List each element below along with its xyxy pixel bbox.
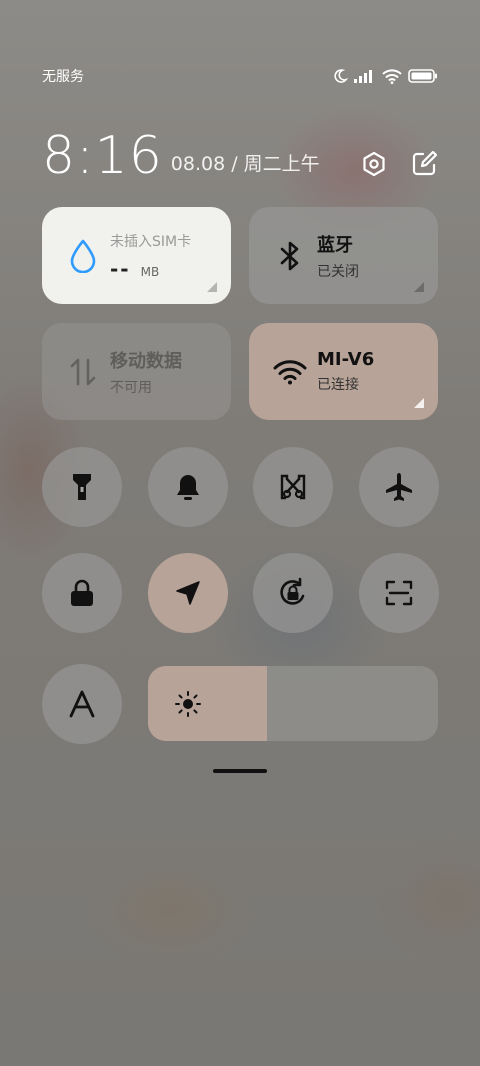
brightness-fill (148, 666, 267, 741)
data-usage-unit: MB (140, 264, 160, 279)
data-usage-value: -- MB (110, 257, 231, 281)
clock-time: 8:16 (42, 126, 163, 186)
font-a-icon (69, 690, 95, 718)
rotation-lock-icon (280, 577, 305, 605)
lock-icon (71, 579, 93, 606)
water-drop-icon (66, 239, 100, 273)
settings-icon (363, 151, 385, 177)
status-icons (332, 68, 438, 84)
moon-icon (332, 68, 348, 84)
sun-icon (174, 690, 202, 718)
bluetooth-tile[interactable]: 蓝牙 已关闭 (249, 207, 438, 304)
font-toggle[interactable] (42, 664, 122, 744)
status-bar: 无服务 (42, 62, 438, 90)
mobile-data-title: 移动数据 (110, 350, 182, 372)
clock-row: 8:16 08.08 / 周二上午 (42, 122, 438, 182)
edit-button[interactable] (410, 150, 438, 178)
expand-corner-icon (207, 282, 217, 292)
data-tile-title: 未插入SIM卡 (110, 233, 192, 250)
carrier-label: 无服务 (42, 69, 84, 85)
wifi-icon (382, 68, 402, 84)
bluetooth-icon (273, 239, 307, 273)
screenshot-toggle[interactable] (253, 447, 333, 527)
scissors-icon (280, 474, 306, 500)
rotation-lock-toggle[interactable] (253, 553, 333, 633)
settings-button[interactable] (360, 150, 388, 178)
panel-drag-handle[interactable] (213, 769, 267, 773)
airplane-mode-toggle[interactable] (359, 447, 439, 527)
bluetooth-title: 蓝牙 (317, 234, 353, 256)
data-usage-number: -- (110, 256, 131, 281)
wifi-icon (273, 355, 307, 389)
clock-date: 08.08 / 周二上午 (170, 153, 320, 175)
location-toggle[interactable] (148, 553, 228, 633)
flashlight-icon (73, 474, 91, 500)
airplane-icon (386, 473, 412, 501)
wifi-status: 已连接 (317, 377, 359, 393)
sound-toggle[interactable] (148, 447, 228, 527)
expand-corner-icon (414, 282, 424, 292)
brightness-slider[interactable] (148, 666, 438, 741)
header-actions (360, 150, 438, 178)
scan-icon (385, 580, 413, 606)
edit-icon (412, 151, 437, 176)
expand-corner-icon (414, 398, 424, 408)
mobile-data-status: 不可用 (110, 379, 152, 396)
bluetooth-status: 已关闭 (317, 263, 359, 280)
mobile-data-tile[interactable]: 移动数据 不可用 (42, 323, 231, 420)
lock-screen-toggle[interactable] (42, 553, 122, 633)
location-arrow-icon (176, 581, 200, 605)
scanner-toggle[interactable] (359, 553, 439, 633)
data-usage-tile[interactable]: 未插入SIM卡 -- MB (42, 207, 231, 304)
signal-icon (354, 69, 376, 83)
wifi-tile[interactable]: MI-V6 已连接 (249, 323, 438, 420)
data-arrows-icon (66, 355, 100, 389)
battery-icon (408, 69, 438, 83)
flashlight-toggle[interactable] (42, 447, 122, 527)
wifi-network-name: MI-V6 (317, 349, 375, 370)
bell-icon (177, 475, 199, 500)
